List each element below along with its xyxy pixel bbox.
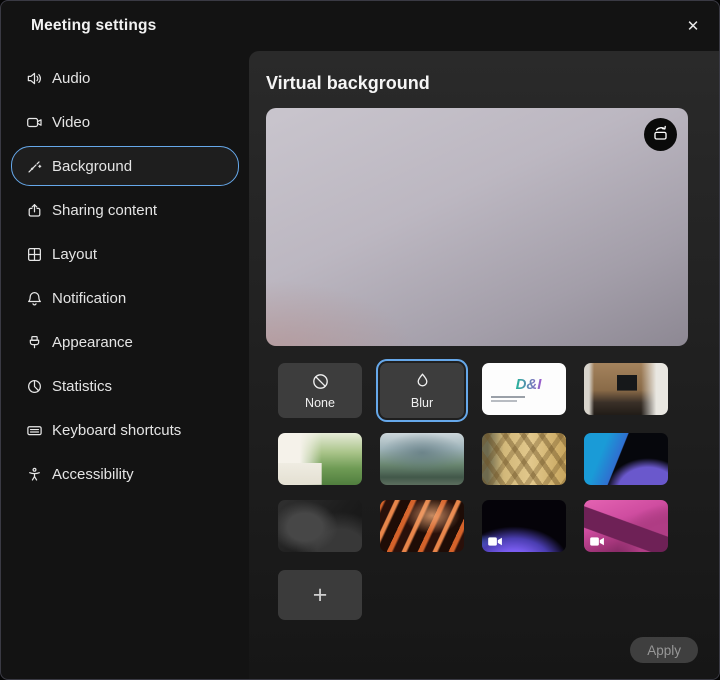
sidebar-item-label: Audio (52, 70, 90, 87)
page-title: Virtual background (266, 73, 703, 94)
magic-wand-icon (26, 158, 43, 175)
sidebar-item-label: Accessibility (52, 466, 134, 483)
statistics-icon (26, 378, 43, 395)
bell-icon (26, 290, 43, 307)
sidebar-item-label: Sharing content (52, 202, 157, 219)
sidebar-item-audio[interactable]: Audio (11, 58, 239, 98)
logo-subtext-line (491, 396, 525, 398)
video-camera-icon (488, 535, 503, 546)
flip-camera-button[interactable] (644, 118, 677, 151)
background-thumbnail-living-room[interactable] (278, 433, 362, 485)
sidebar-item-appearance[interactable]: Appearance (11, 322, 239, 362)
background-thumbnail-office-room[interactable] (584, 363, 668, 415)
camera-preview (266, 108, 688, 346)
sidebar-item-label: Background (52, 158, 132, 175)
sidebar-item-sharing-content[interactable]: Sharing content (11, 190, 239, 230)
virtual-background-panel: Virtual background None Blur D&I (249, 51, 719, 679)
background-thumbnail-dark-swirl[interactable] (278, 500, 362, 552)
background-thumbnail-company-logo[interactable]: D&I (482, 363, 566, 415)
video-camera-icon (26, 114, 43, 131)
layout-grid-icon (26, 246, 43, 263)
settings-sidebar: Audio Video Background Sharing content L… (1, 51, 249, 679)
add-background-button[interactable]: + (278, 570, 362, 620)
flip-camera-icon (651, 124, 670, 146)
tile-label: None (305, 396, 335, 410)
sidebar-item-layout[interactable]: Layout (11, 234, 239, 274)
share-icon (26, 202, 43, 219)
logo-subtext-line (491, 400, 517, 402)
dialog-title: Meeting settings (31, 17, 157, 35)
sidebar-item-background[interactable]: Background (11, 146, 239, 186)
background-thumbnail-window-light-lattice[interactable] (482, 433, 566, 485)
sidebar-item-label: Layout (52, 246, 97, 263)
company-logo-text: D&I (491, 377, 566, 392)
keyboard-icon (26, 422, 43, 439)
titlebar: Meeting settings (1, 1, 719, 51)
close-icon[interactable]: ✕ (679, 12, 707, 40)
sidebar-item-accessibility[interactable]: Accessibility (11, 454, 239, 494)
background-thumbnail-purple-glow-video[interactable] (482, 500, 566, 552)
background-thumbnail-pink-abstract-video[interactable] (584, 500, 668, 552)
background-thumbnail-orange-lava[interactable] (380, 500, 464, 552)
sidebar-item-video[interactable]: Video (11, 102, 239, 142)
background-option-none[interactable]: None (278, 363, 362, 418)
sidebar-item-label: Appearance (52, 334, 133, 351)
background-option-blur[interactable]: Blur (380, 363, 464, 418)
paintbrush-icon (26, 334, 43, 351)
plus-icon: + (313, 581, 328, 610)
background-thumbnail-grid: None Blur D&I (278, 363, 703, 552)
sidebar-item-statistics[interactable]: Statistics (11, 366, 239, 406)
tile-label: Blur (411, 396, 433, 410)
droplet-icon (412, 371, 433, 395)
sidebar-item-keyboard-shortcuts[interactable]: Keyboard shortcuts (11, 410, 239, 450)
accessibility-icon (26, 466, 43, 483)
background-thumbnail-blurred-mountains[interactable] (380, 433, 464, 485)
sidebar-item-label: Keyboard shortcuts (52, 422, 181, 439)
sidebar-item-label: Notification (52, 290, 126, 307)
background-thumbnail-abstract-blue-purple[interactable] (584, 433, 668, 485)
video-camera-icon (590, 535, 605, 546)
meeting-settings-dialog: Meeting settings ✕ Audio Video Backgroun… (0, 0, 720, 680)
sidebar-item-label: Video (52, 114, 90, 131)
sidebar-item-label: Statistics (52, 378, 112, 395)
prohibited-icon (310, 371, 331, 395)
apply-button[interactable]: Apply (630, 637, 698, 663)
sidebar-item-notification[interactable]: Notification (11, 278, 239, 318)
speaker-icon (26, 70, 43, 87)
